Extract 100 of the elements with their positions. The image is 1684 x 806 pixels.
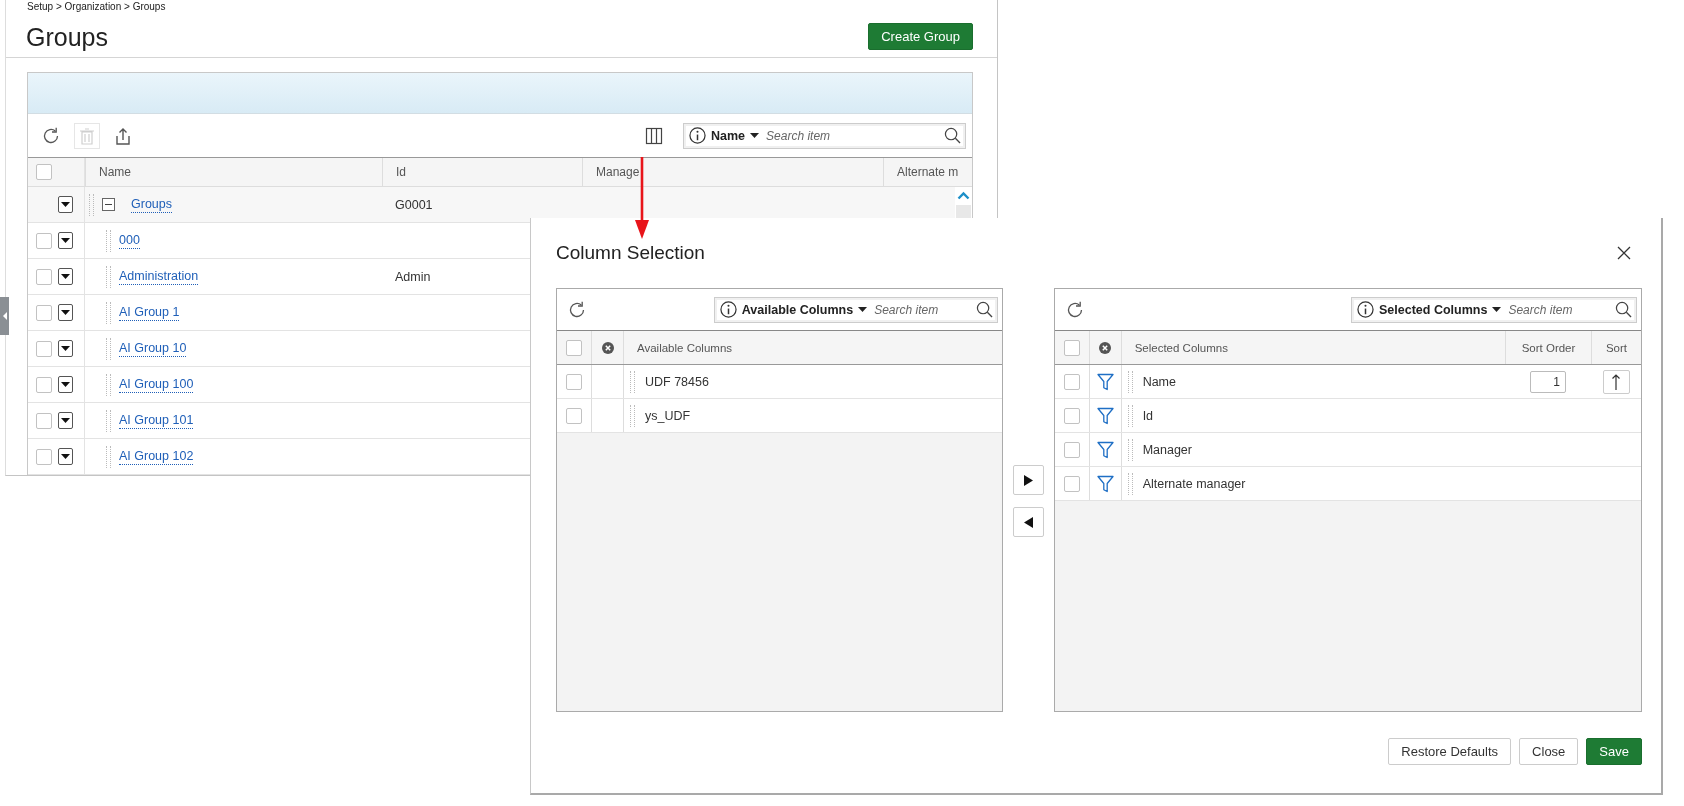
drag-handle-icon[interactable] [106, 301, 111, 324]
select-all-checkbox[interactable] [1063, 339, 1080, 356]
info-icon [689, 127, 706, 144]
drag-handle-icon[interactable] [630, 404, 635, 427]
column-header[interactable]: Name [85, 158, 382, 186]
row-checkbox[interactable] [36, 304, 52, 321]
column-header[interactable]: Id [382, 158, 582, 186]
drag-handle-icon[interactable] [1127, 404, 1133, 427]
row-menu-button[interactable] [58, 340, 73, 357]
row-checkbox[interactable] [566, 373, 582, 390]
drag-handle-icon[interactable] [106, 409, 111, 432]
search-field-selector[interactable]: Selected Columns [1357, 301, 1502, 318]
dialog-button[interactable]: Close [1519, 738, 1579, 765]
row-checkbox[interactable] [36, 376, 52, 393]
sidebar-toggle-button[interactable] [0, 297, 9, 335]
group-link[interactable]: AI Group 100 [119, 376, 194, 393]
drag-handle-icon[interactable] [1127, 370, 1133, 393]
filter-icon[interactable] [1096, 474, 1114, 493]
drag-handle-icon[interactable] [106, 337, 111, 360]
remove-all-icon[interactable] [1099, 341, 1112, 354]
drag-handle-icon[interactable] [89, 193, 94, 216]
info-icon [719, 301, 737, 318]
row-menu-button[interactable] [58, 304, 73, 321]
group-link[interactable]: AI Group 102 [119, 448, 194, 465]
drag-handle-icon[interactable] [1127, 472, 1133, 495]
filter-icon[interactable] [1096, 372, 1114, 391]
column-name: UDF 78456 [645, 374, 709, 389]
search-icon[interactable] [975, 301, 993, 318]
group-link[interactable]: AI Group 1 [119, 304, 180, 321]
drag-handle-icon[interactable] [1127, 438, 1133, 461]
row-checkbox[interactable] [1063, 441, 1080, 458]
info-icon [1357, 301, 1374, 318]
caret-icon [750, 132, 760, 139]
play-left-icon [1023, 516, 1033, 528]
drag-handle-icon[interactable] [106, 265, 111, 288]
row-checkbox[interactable] [36, 448, 52, 465]
close-button[interactable] [1615, 244, 1633, 262]
column-name: Manager [1142, 442, 1192, 457]
row-checkbox[interactable] [1063, 475, 1080, 492]
grid-search-box[interactable]: Name Search item [683, 122, 966, 149]
filter-icon[interactable] [1096, 406, 1114, 425]
column-header: Sort [1591, 331, 1641, 364]
row-menu-button[interactable] [58, 412, 73, 429]
row-checkbox[interactable] [1063, 373, 1080, 390]
move-right-button[interactable] [1012, 465, 1044, 495]
dialog-button[interactable]: Save [1586, 738, 1642, 765]
dialog-title: Column Selection [556, 242, 705, 264]
remove-all-icon[interactable] [601, 341, 614, 354]
collapse-icon[interactable] [102, 198, 115, 211]
caret-icon [61, 381, 70, 388]
refresh-icon[interactable] [567, 299, 587, 320]
search-icon[interactable] [944, 127, 961, 144]
row-checkbox[interactable] [566, 407, 582, 424]
row-checkbox[interactable] [36, 340, 52, 357]
page-title: Groups [26, 22, 108, 52]
column-header: Selected Columns [1120, 331, 1505, 364]
caret-icon [61, 309, 70, 316]
group-link[interactable]: Groups [131, 196, 172, 213]
drag-handle-icon[interactable] [106, 445, 111, 468]
group-link[interactable]: Administration [119, 268, 199, 285]
drag-handle-icon[interactable] [106, 229, 111, 252]
chevron-up-icon [957, 190, 970, 200]
row-menu-button[interactable] [58, 268, 73, 285]
create-group-button[interactable]: Create Group [868, 22, 973, 50]
search-field-selector[interactable]: Available Columns [719, 301, 868, 318]
select-all-checkbox[interactable] [36, 164, 52, 180]
row-menu-button[interactable] [58, 448, 73, 465]
group-link[interactable]: 000 [119, 232, 140, 249]
column-header[interactable]: Manage [582, 158, 883, 186]
row-checkbox[interactable] [1063, 407, 1080, 424]
sort-order-field[interactable]: 1 [1530, 370, 1566, 393]
row-checkbox[interactable] [36, 412, 52, 429]
caret-icon [61, 201, 70, 208]
breadcrumb: Setup > Organization > Groups [27, 0, 167, 14]
column-name: Id [1142, 408, 1154, 423]
dialog-button[interactable]: Restore Defaults [1388, 738, 1512, 765]
row-checkbox[interactable] [36, 232, 52, 249]
row-menu-button[interactable] [58, 232, 73, 249]
row-menu-button[interactable] [58, 196, 73, 213]
row-menu-button[interactable] [58, 376, 73, 393]
columns-icon[interactable] [645, 126, 663, 145]
move-left-button[interactable] [1012, 507, 1044, 537]
column-header: Available Columns [623, 331, 1002, 364]
group-link[interactable]: AI Group 101 [119, 412, 194, 429]
column-name: Name [1142, 374, 1176, 389]
column-search-box[interactable]: Selected Columns Search item [1351, 296, 1637, 323]
drag-handle-icon[interactable] [106, 373, 111, 396]
sort-direction-button[interactable] [1602, 369, 1630, 394]
search-icon[interactable] [1615, 301, 1632, 318]
group-link[interactable]: AI Group 10 [119, 340, 187, 357]
column-header[interactable]: Alternate m [883, 158, 972, 186]
filter-icon[interactable] [1096, 440, 1114, 459]
column-search-box[interactable]: Available Columns Search item [713, 296, 998, 323]
caret-left-icon [2, 312, 7, 320]
drag-handle-icon[interactable] [630, 370, 635, 393]
group-id: Admin [395, 269, 431, 284]
search-field-selector[interactable]: Name [689, 127, 760, 144]
row-checkbox[interactable] [36, 268, 52, 285]
select-all-checkbox[interactable] [566, 339, 582, 356]
group-id: G0001 [395, 197, 433, 212]
